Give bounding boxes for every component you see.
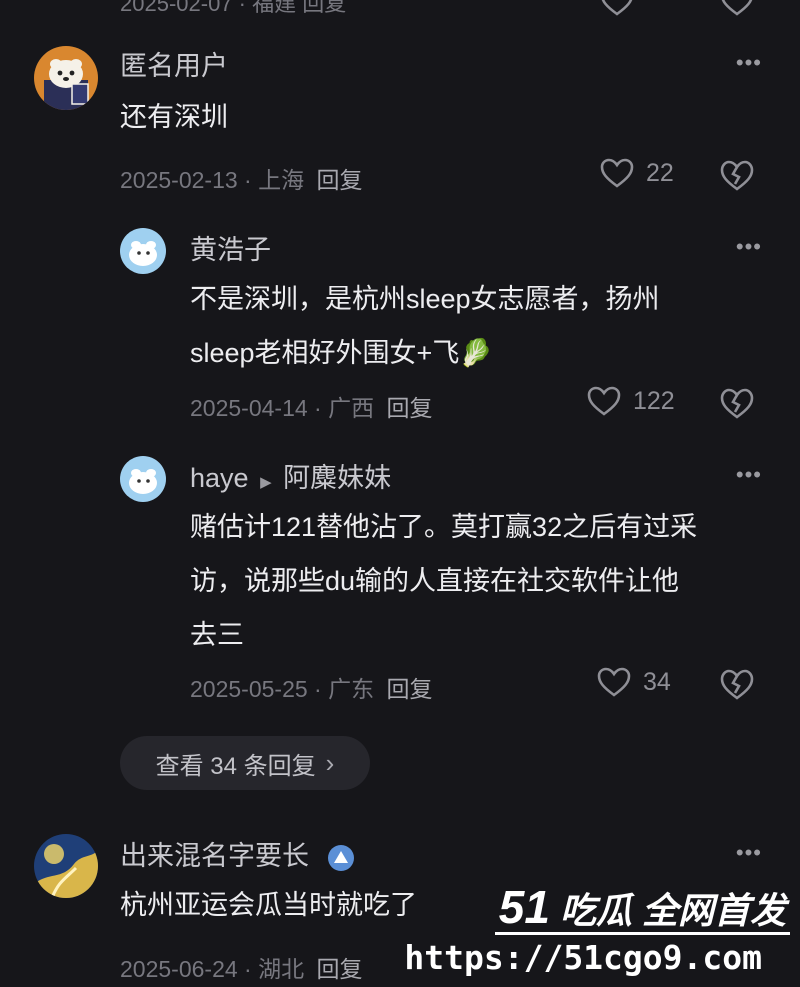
comment-text: 赌估计121替他沾了。莫打赢32之后有过采 访，说那些du输的人直接在社交软件让… (190, 500, 697, 662)
username[interactable]: 匿名用户 (120, 44, 228, 83)
comment-meta: 2025-06-24 · 湖北 回复 (120, 950, 363, 984)
comment-meta: 2025-02-13 · 上海 回复 (120, 161, 363, 195)
watermark-brand: 51 吃瓜 全网首发 (499, 880, 786, 934)
like-count: 34 (643, 667, 671, 696)
comment-text: 不是深圳，是杭州sleep女志愿者，扬州 sleep老相好外围女+飞🥬 (190, 272, 660, 380)
more-icon[interactable]: ••• (736, 50, 762, 76)
comment-date: 2025-02-13 (120, 167, 238, 193)
broken-heart-icon[interactable] (720, 0, 754, 16)
broken-heart-icon[interactable] (720, 158, 754, 192)
comment-meta: 2025-05-25 · 广东 回复 (190, 670, 433, 704)
previous-comment-meta: 2025-02-07 · 福建 回复 (120, 0, 347, 16)
username-row: haye ▶ 阿麋妹妹 (190, 456, 391, 495)
like-count: 22 (646, 158, 674, 187)
comment-location: 广东 (328, 676, 375, 702)
comment-line: 赌估计121替他沾了。莫打赢32之后有过采 (190, 512, 698, 542)
view-replies-label: 查看 34 条回复 (155, 752, 316, 780)
comment-location: 广西 (328, 395, 375, 421)
reply-button[interactable]: 回复 (317, 956, 363, 982)
comment-line: 不是深圳，是杭州sleep女志愿者，扬州 (190, 284, 660, 314)
comment-line: 访，说那些du输的人直接在社交软件让他 (190, 566, 680, 596)
comment-line: 杭州亚运会瓜当时就吃了 (120, 890, 417, 920)
like-count: 122 (633, 386, 675, 415)
comment-text: 杭州亚运会瓜当时就吃了 (120, 878, 417, 932)
username[interactable]: 黄浩子 (190, 228, 271, 267)
more-icon[interactable]: ••• (736, 462, 762, 488)
avatar[interactable] (120, 228, 166, 274)
heart-icon (587, 386, 621, 416)
reply-arrow-icon: ▶ (260, 474, 272, 491)
comment-meta: 2025-04-14 · 广西 回复 (190, 389, 433, 423)
comment-location: 湖北 (258, 956, 305, 982)
reply-button[interactable]: 回复 (387, 395, 433, 421)
watermark-brand-text: 吃瓜 全网首发 (559, 890, 786, 931)
more-icon[interactable]: ••• (736, 840, 762, 866)
avatar[interactable] (34, 46, 98, 110)
comment-line: 去三 (190, 620, 244, 650)
comment-line: 还有深圳 (120, 102, 228, 132)
avatar[interactable] (120, 456, 166, 502)
username[interactable]: haye (190, 463, 249, 493)
watermark-divider (495, 932, 790, 935)
meta-separator: · (244, 167, 259, 193)
reply-button[interactable]: 回复 (317, 167, 363, 193)
comment-line: sleep老相好外围女+飞🥬 (190, 338, 493, 368)
comment-date: 2025-05-25 (190, 676, 308, 702)
comment-location: 上海 (258, 167, 305, 193)
like-button[interactable]: 22 (600, 158, 674, 188)
heart-icon[interactable] (600, 0, 634, 16)
comment-date: 2025-04-14 (190, 395, 308, 421)
verified-badge-icon (327, 844, 355, 872)
heart-icon (597, 667, 631, 697)
username[interactable]: 出来混名字要长 (120, 841, 309, 871)
comment-text: 还有深圳 (120, 90, 228, 144)
broken-heart-icon[interactable] (720, 667, 754, 701)
meta-separator: · (314, 395, 329, 421)
meta-separator: · (314, 676, 329, 702)
view-replies-button[interactable]: 查看 34 条回复 › (120, 736, 370, 790)
chevron-right-icon: › (325, 747, 335, 778)
more-icon[interactable]: ••• (736, 234, 762, 260)
broken-heart-icon[interactable] (720, 386, 754, 420)
heart-icon (600, 158, 634, 188)
username-row: 出来混名字要长 (120, 834, 355, 873)
watermark: 51 吃瓜 全网首发 https://51cgo9.com (404, 876, 790, 986)
comment-date: 2025-06-24 (120, 956, 238, 982)
meta-separator: · (244, 956, 259, 982)
reply-to-username[interactable]: 阿麋妹妹 (283, 463, 391, 493)
previous-comment-remnant: 2025-02-07 · 福建 回复 (120, 0, 800, 16)
avatar[interactable] (34, 834, 98, 898)
reply-button[interactable]: 回复 (387, 676, 433, 702)
like-button[interactable]: 122 (587, 386, 675, 416)
watermark-number: 51 (498, 881, 550, 933)
like-button[interactable]: 34 (597, 667, 671, 697)
watermark-url: https://51cgo9.com (404, 938, 762, 977)
